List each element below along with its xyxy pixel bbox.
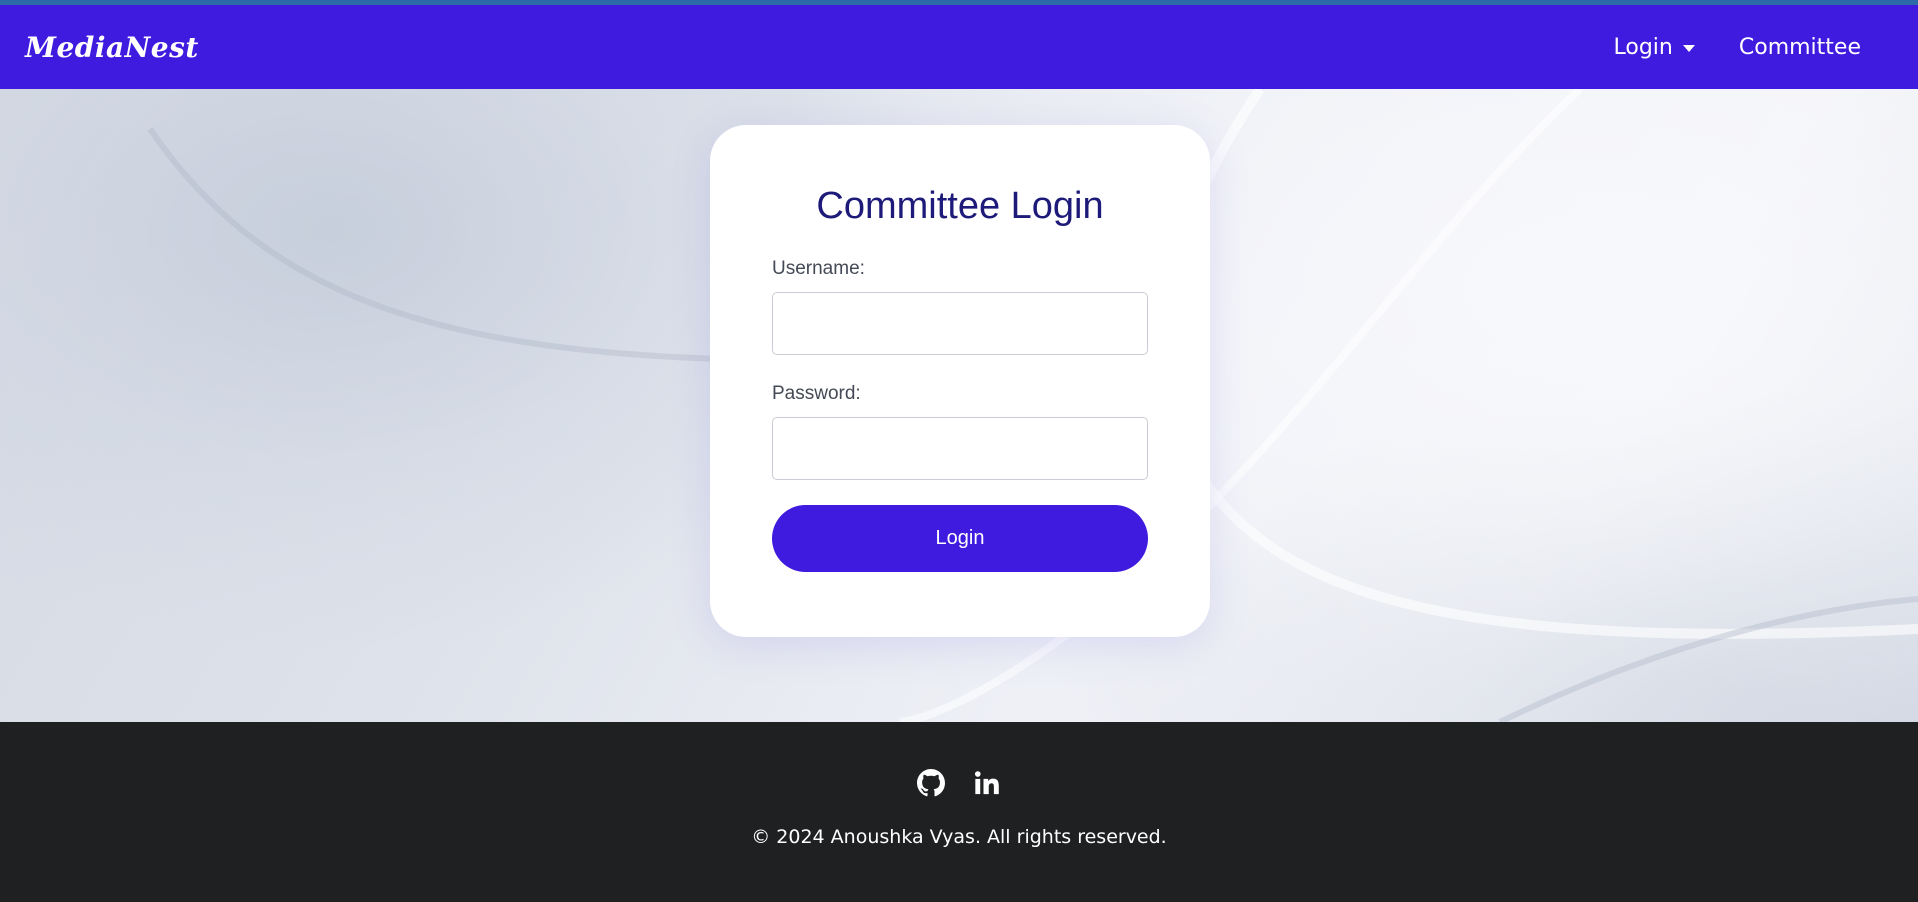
social-links [917, 769, 1001, 797]
footer: © 2024 Anoushka Vyas. All rights reserve… [0, 722, 1918, 902]
caret-down-icon [1682, 45, 1695, 52]
copyright-text: © 2024 Anoushka Vyas. All rights reserve… [751, 826, 1167, 848]
linkedin-icon[interactable] [973, 769, 1001, 797]
card-title: Committee Login [816, 185, 1104, 227]
committee-link[interactable]: Committee [1739, 35, 1861, 60]
login-card: Committee Login Username: Password: Logi… [710, 125, 1210, 637]
username-label: Username: [772, 258, 865, 279]
login-dropdown[interactable]: Login [1614, 35, 1695, 60]
github-icon[interactable] [917, 769, 945, 797]
brand-logo[interactable]: MediaNest [25, 31, 199, 64]
nav-links: Login Committee [1614, 35, 1893, 60]
password-label: Password: [772, 383, 861, 404]
navbar: MediaNest Login Committee [0, 5, 1918, 89]
password-input[interactable] [772, 417, 1148, 480]
login-dropdown-label: Login [1613, 34, 1673, 60]
username-input[interactable] [772, 292, 1148, 355]
login-button[interactable]: Login [772, 505, 1148, 572]
main-content: Committee Login Username: Password: Logi… [0, 89, 1918, 722]
